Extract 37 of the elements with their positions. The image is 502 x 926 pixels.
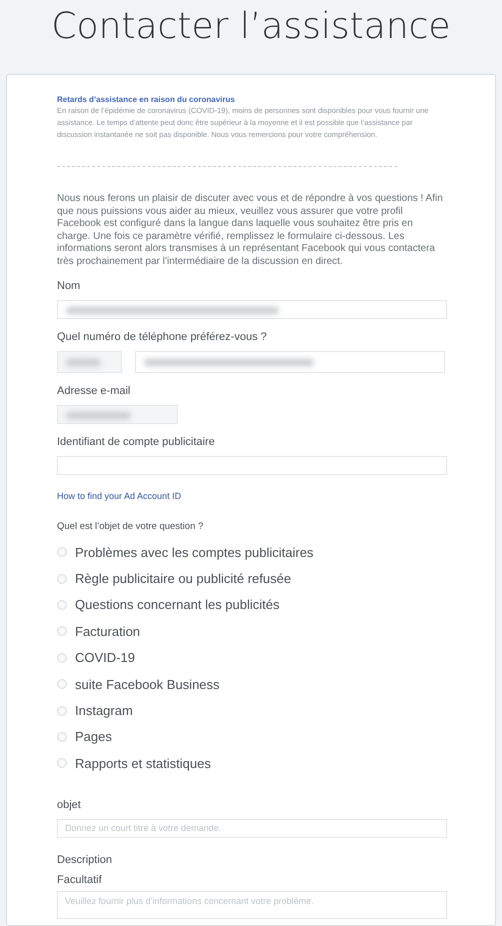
radio-label: Questions concernant les publicités xyxy=(75,597,280,612)
radio-button[interactable] xyxy=(57,547,67,558)
radio-label: COVID-19 xyxy=(75,650,135,666)
radio-button[interactable] xyxy=(57,706,67,716)
input-field[interactable] xyxy=(57,300,447,319)
input-field[interactable] xyxy=(57,351,122,373)
radio-button[interactable] xyxy=(57,652,67,663)
field-label: Identifiant de compte publicitaire xyxy=(57,436,216,448)
radio-button[interactable] xyxy=(57,732,67,742)
field-label: Adresse e-mail xyxy=(57,385,132,397)
radio-button[interactable] xyxy=(57,758,67,768)
input-field[interactable]: Donnez un court titre à votre demande. xyxy=(57,818,447,838)
field-label: Nom xyxy=(57,280,82,292)
radio-label: Instagram xyxy=(75,703,133,718)
question-label: Quel est l’objet de votre question ? xyxy=(57,521,204,532)
field-label: Quel numéro de téléphone préférez-vous ? xyxy=(57,331,268,343)
radio-button[interactable] xyxy=(57,626,67,636)
radio-button[interactable] xyxy=(57,679,67,690)
radio-button[interactable] xyxy=(57,574,67,584)
radio-label: Rapports et statistiques xyxy=(75,756,211,771)
notice-title: Retards d’assistance en raison du coronavirus xyxy=(57,95,236,104)
input-field[interactable] xyxy=(135,351,445,373)
help-link[interactable]: How to find your Ad Account ID xyxy=(57,491,445,501)
field-sublabel: Facultatif xyxy=(57,874,103,886)
radio-label: suite Facebook Business xyxy=(75,676,220,692)
radio-label: Problèmes avec les comptes publicitaires xyxy=(75,544,314,560)
radio-label: Règle publicitaire ou publicité refusée xyxy=(75,571,292,586)
input-field[interactable] xyxy=(57,456,447,475)
input-field[interactable] xyxy=(57,405,178,424)
page-title: Contacter l’assistance xyxy=(50,5,452,49)
intro-text: Nous nous ferons un plaisir de discuter avec vous et de répondre à vos questions ! Afin que nous puissions vous aider au mieux, veuillez vous assurer que votre profil Facebook est configuré dans la langue dans laquelle vous souhaitez être pris en charge. Une fois ce paramètre vérifié, remplissez le formulaire ci-dessous. Les informations seront alors transmises à un représentant Facebook qui vous contactera très prochainement par l’intermédiaire de la discussion en direct. xyxy=(57,193,444,268)
input-field[interactable]: Veuillez fournir plus d’informations concernant votre problème. xyxy=(57,890,447,919)
radio-button[interactable] xyxy=(57,600,67,610)
field-label: objet xyxy=(57,798,82,811)
field-label: Description xyxy=(57,854,114,866)
radio-label: Facturation xyxy=(75,624,140,639)
radio-label: Pages xyxy=(75,729,112,744)
